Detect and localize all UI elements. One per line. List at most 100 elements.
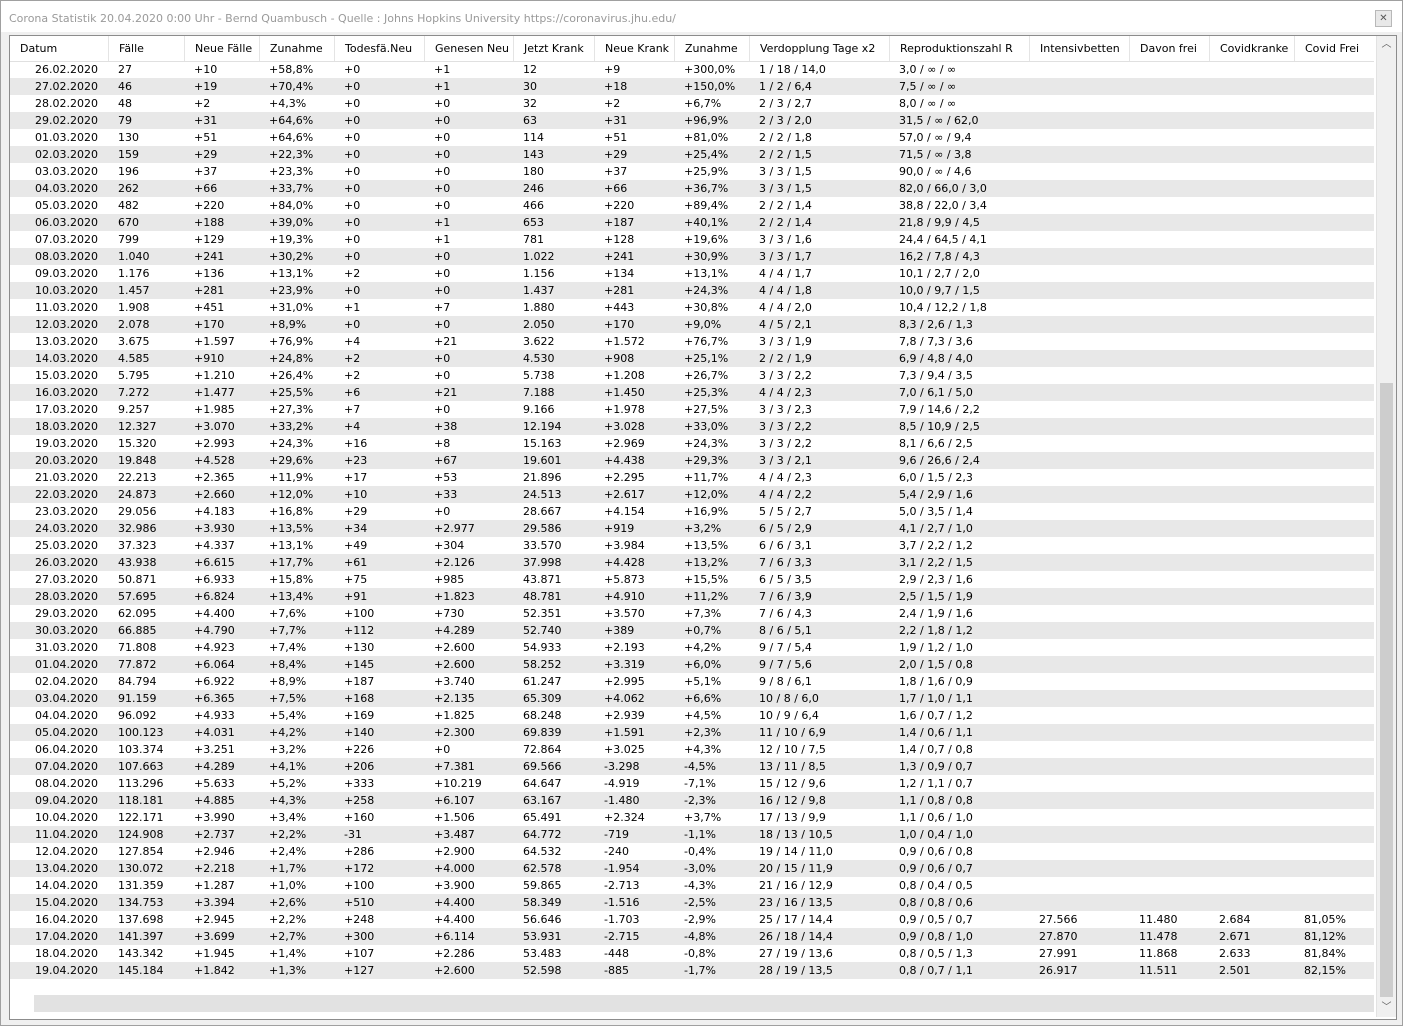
- column-header-covid-frei[interactable]: Covid Frei: [1294, 36, 1374, 61]
- table-row[interactable]: 03.03.2020 196 +37 +23,3% +0 +0 180 +37 +25,9% 3 …: [10, 163, 1374, 180]
- cell-jetzt-krank: 15.163: [523, 437, 562, 450]
- cell-verdopplung: 19 / 14 / 11,0: [759, 845, 833, 858]
- table-row[interactable]: 17.03.2020 9.257 +1.985 +27,3% +7 +0 9.166 +1.9…: [10, 401, 1374, 418]
- cell-covid-frei: [1294, 350, 1374, 367]
- column-header-covidkranke[interactable]: Covidkranke: [1209, 36, 1294, 61]
- cell-davon-frei: [1129, 180, 1209, 197]
- column-header-jetzt-krank[interactable]: Jetzt Krank: [513, 36, 594, 61]
- column-header-zunahme[interactable]: Zunahme: [259, 36, 334, 61]
- cell-covidkranke: [1209, 61, 1294, 78]
- table-row[interactable]: 12.04.2020 127.854 +2.946 +2,4% +286 +2.900 64…: [10, 843, 1374, 860]
- column-header-verdopplung[interactable]: Verdopplung Tage x2: [749, 36, 889, 61]
- table-row[interactable]: 14.04.2020 131.359 +1.287 +1,0% +100 +3.900 59…: [10, 877, 1374, 894]
- column-header-genesen-neu[interactable]: Genesen Neu: [424, 36, 513, 61]
- table-row[interactable]: 13.04.2020 130.072 +2.218 +1,7% +172 +4.000 62…: [10, 860, 1374, 877]
- cell-davon-frei: [1129, 707, 1209, 724]
- table-row[interactable]: 05.03.2020 482 +220 +84,0% +0 +0 466 +220 +89,4%…: [10, 197, 1374, 214]
- scroll-down-icon[interactable]: ﹀: [1377, 999, 1396, 1016]
- column-header-datum[interactable]: Datum: [10, 36, 108, 61]
- table-row[interactable]: 17.04.2020 141.397 +3.699 +2,7% +300 +6.114 53…: [10, 928, 1374, 945]
- table-row[interactable]: 23.03.2020 29.056 +4.183 +16,8% +29 +0 28.667 +…: [10, 503, 1374, 520]
- table-row[interactable]: 18.03.2020 12.327 +3.070 +33,2% +4 +38 12.194 +…: [10, 418, 1374, 435]
- table-row[interactable]: 03.04.2020 91.159 +6.365 +7,5% +168 +2.135 65.…: [10, 690, 1374, 707]
- table-row[interactable]: 14.03.2020 4.585 +910 +24,8% +2 +0 4.530 +908 +2…: [10, 350, 1374, 367]
- table-row[interactable]: 02.04.2020 84.794 +6.922 +8,9% +187 +3.740 61.…: [10, 673, 1374, 690]
- table-row[interactable]: 02.03.2020 159 +29 +22,3% +0 +0 143 +29 +25,4% 2 …: [10, 146, 1374, 163]
- cell-intensivbetten: [1029, 860, 1129, 877]
- table-row[interactable]: 15.03.2020 5.795 +1.210 +26,4% +2 +0 5.738 +1.2…: [10, 367, 1374, 384]
- table-row[interactable]: 01.03.2020 130 +51 +64,6% +0 +0 114 +51 +81,0% 2 …: [10, 129, 1374, 146]
- table-row[interactable]: 27.02.2020 46 +19 +70,4% +0 +1 30 +18 +150,0% 1 /…: [10, 78, 1374, 95]
- table-row[interactable]: 07.04.2020 107.663 +4.289 +4,1% +206 +7.381 69…: [10, 758, 1374, 775]
- column-header-reproduktionszahl[interactable]: Reproduktionszahl R: [889, 36, 1029, 61]
- cell-verdopplung: 7 / 6 / 3,9: [759, 590, 812, 603]
- table-row[interactable]: 29.03.2020 62.095 +4.400 +7,6% +100 +730 52.35…: [10, 605, 1374, 622]
- table-row[interactable]: 07.03.2020 799 +129 +19,3% +0 +1 781 +128 +19,6%…: [10, 231, 1374, 248]
- table-row[interactable]: 09.04.2020 118.181 +4.885 +4,3% +258 +6.107 63…: [10, 792, 1374, 809]
- table-row[interactable]: 19.03.2020 15.320 +2.993 +24,3% +16 +8 15.163 +…: [10, 435, 1374, 452]
- column-header-todesfaelle-neu[interactable]: Todesfä.Neu: [334, 36, 424, 61]
- cell-datum: 13.04.2020: [35, 862, 98, 875]
- table-row[interactable]: 04.03.2020 262 +66 +33,7% +0 +0 246 +66 +36,7% 3 …: [10, 180, 1374, 197]
- cell-neue-faelle: +1.597: [194, 335, 235, 348]
- column-header-intensivbetten[interactable]: Intensivbetten: [1029, 36, 1129, 61]
- cell-faelle: 32.986: [118, 522, 157, 535]
- cell-verdopplung: 4 / 4 / 2,2: [759, 488, 812, 501]
- cell-neue-faelle: +4.790: [194, 624, 235, 637]
- table-row[interactable]: 22.03.2020 24.873 +2.660 +12,0% +10 +33 24.513…: [10, 486, 1374, 503]
- cell-todesfaelle-neu: +160: [344, 811, 375, 824]
- table-row[interactable]: 31.03.2020 71.808 +4.923 +7,4% +130 +2.600 54.…: [10, 639, 1374, 656]
- table-row[interactable]: 26.02.2020 27 +10 +58,8% +0 +1 12 +9 +300,0% 1 / …: [10, 61, 1374, 78]
- cell-zunahme-krank: +9,0%: [684, 318, 722, 331]
- cell-zunahme-krank: +40,1%: [684, 216, 729, 229]
- close-button[interactable]: ✕: [1375, 10, 1392, 27]
- column-header-davon-frei[interactable]: Davon frei: [1129, 36, 1209, 61]
- column-header-neue-krank[interactable]: Neue Krank: [594, 36, 674, 61]
- cell-covid-frei: [1294, 78, 1374, 95]
- table-row[interactable]: 11.03.2020 1.908 +451 +31,0% +1 +7 1.880 +443 +3…: [10, 299, 1374, 316]
- table-row[interactable]: 10.04.2020 122.171 +3.990 +3,4% +160 +1.506 65…: [10, 809, 1374, 826]
- cell-verdopplung: 4 / 4 / 2,3: [759, 471, 812, 484]
- table-row[interactable]: 04.04.2020 96.092 +4.933 +5,4% +169 +1.825 68.…: [10, 707, 1374, 724]
- data-grid[interactable]: Datum Fälle Neue Fälle Zunahme Todesfä.Neu Ge…: [9, 35, 1397, 1020]
- table-row[interactable]: 12.03.2020 2.078 +170 +8,9% +0 +0 2.050 +170 +9,…: [10, 316, 1374, 333]
- table-row[interactable]: 19.04.2020 145.184 +1.842 +1,3% +127 +2.600 52…: [10, 962, 1374, 979]
- column-header-zunahme-krank[interactable]: Zunahme: [674, 36, 749, 61]
- table-row[interactable]: 20.03.2020 19.848 +4.528 +29,6% +23 +67 19.601…: [10, 452, 1374, 469]
- table-row[interactable]: 15.04.2020 134.753 +3.394 +2,6% +510 +4.400 58…: [10, 894, 1374, 911]
- cell-intensivbetten: [1029, 333, 1129, 350]
- cell-covidkranke: [1209, 724, 1294, 741]
- cell-zunahme-krank: +4,2%: [684, 641, 722, 654]
- table-row[interactable]: 10.03.2020 1.457 +281 +23,9% +0 +0 1.437 +281 +2…: [10, 282, 1374, 299]
- table-row[interactable]: 27.03.2020 50.871 +6.933 +15,8% +75 +985 43.87…: [10, 571, 1374, 588]
- table-row[interactable]: 16.03.2020 7.272 +1.477 +25,5% +6 +21 7.188 +1.…: [10, 384, 1374, 401]
- title-bar[interactable]: Corona Statistik 20.04.2020 0:00 Uhr - B…: [1, 1, 1402, 32]
- table-row[interactable]: 16.04.2020 137.698 +2.945 +2,2% +248 +4.400 56…: [10, 911, 1374, 928]
- vertical-scrollbar[interactable]: ︿ ﹀: [1376, 36, 1396, 1017]
- table-row[interactable]: 21.03.2020 22.213 +2.365 +11,9% +17 +53 21.896…: [10, 469, 1374, 486]
- cell-zunahme: +24,8%: [269, 352, 314, 365]
- table-row[interactable]: 06.03.2020 670 +188 +39,0% +0 +1 653 +187 +40,1%…: [10, 214, 1374, 231]
- table-row[interactable]: 18.04.2020 143.342 +1.945 +1,4% +107 +2.286 53…: [10, 945, 1374, 962]
- table-row[interactable]: 29.02.2020 79 +31 +64,6% +0 +0 63 +31 +96,9% 2 / …: [10, 112, 1374, 129]
- table-row[interactable]: 24.03.2020 32.986 +3.930 +13,5% +34 +2.977 29.…: [10, 520, 1374, 537]
- table-row[interactable]: 09.03.2020 1.176 +136 +13,1% +2 +0 1.156 +134 +1…: [10, 265, 1374, 282]
- table-row[interactable]: 28.02.2020 48 +2 +4,3% +0 +0 32 +2 +6,7% 2 / 3 / …: [10, 95, 1374, 112]
- table-row[interactable]: 08.03.2020 1.040 +241 +30,2% +0 +0 1.022 +241 +3…: [10, 248, 1374, 265]
- table-row[interactable]: 28.03.2020 57.695 +6.824 +13,4% +91 +1.823 48.…: [10, 588, 1374, 605]
- scroll-thumb[interactable]: [1380, 383, 1393, 997]
- column-header-faelle[interactable]: Fälle: [108, 36, 184, 61]
- table-row[interactable]: 11.04.2020 124.908 +2.737 +2,2% -31 +3.487 64.…: [10, 826, 1374, 843]
- table-row[interactable]: 26.03.2020 43.938 +6.615 +17,7% +61 +2.126 37.…: [10, 554, 1374, 571]
- table-row[interactable]: 13.03.2020 3.675 +1.597 +76,9% +4 +21 3.622 +1.…: [10, 333, 1374, 350]
- column-header-neue-faelle[interactable]: Neue Fälle: [184, 36, 259, 61]
- table-row[interactable]: 08.04.2020 113.296 +5.633 +5,2% +333 +10.219 6…: [10, 775, 1374, 792]
- cell-reproduktionszahl: 82,0 / 66,0 / 3,0: [899, 182, 987, 195]
- scroll-up-icon[interactable]: ︿: [1377, 36, 1396, 53]
- cell-davon-frei: [1129, 452, 1209, 469]
- table-row[interactable]: 05.04.2020 100.123 +4.031 +4,2% +140 +2.300 69…: [10, 724, 1374, 741]
- table-row[interactable]: 01.04.2020 77.872 +6.064 +8,4% +145 +2.600 58.…: [10, 656, 1374, 673]
- table-row[interactable]: 30.03.2020 66.885 +4.790 +7,7% +112 +4.289 52.…: [10, 622, 1374, 639]
- table-row[interactable]: 25.03.2020 37.323 +4.337 +13,1% +49 +304 33.57…: [10, 537, 1374, 554]
- table-row[interactable]: 06.04.2020 103.374 +3.251 +3,2% +226 +0 72.864…: [10, 741, 1374, 758]
